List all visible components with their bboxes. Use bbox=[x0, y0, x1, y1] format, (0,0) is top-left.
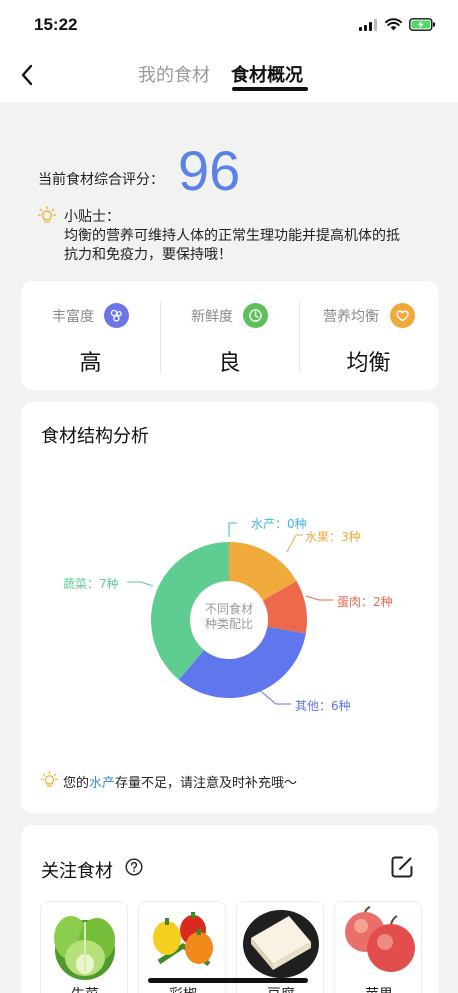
food-name: 苹果 bbox=[335, 984, 421, 993]
food-name: 生菜 bbox=[41, 984, 127, 993]
structure-analysis-card: 食材结构分析 水产：0种 水果：3种 蛋肉：2种 其他：6种 蔬菜：7种 不同食… bbox=[21, 402, 439, 813]
status-bar: 15:22 bbox=[0, 0, 458, 50]
label-vegetables: 蔬菜：7种 bbox=[63, 577, 119, 591]
label-aquatic: 水产：0种 bbox=[251, 517, 307, 531]
label-meat: 蛋肉：2种 bbox=[337, 595, 393, 609]
food-name: 豆腐 bbox=[237, 984, 323, 993]
score-section: 当前食材综合评分： 96 小贴士： 均衡的营养可维持人体的正常生理功能并提高机体… bbox=[0, 102, 458, 280]
tab-my-ingredients[interactable]: 我的食材 bbox=[138, 61, 210, 87]
battery-charging-icon bbox=[409, 18, 435, 31]
metric-richness: 丰富度 高 bbox=[21, 281, 160, 390]
nav-bar: 我的食材 食材概况 bbox=[0, 50, 458, 102]
label-other: 其他：6种 bbox=[295, 699, 351, 713]
status-time: 15:22 bbox=[34, 15, 78, 34]
food-item-lettuce[interactable]: 生菜 bbox=[40, 901, 128, 993]
edit-icon[interactable] bbox=[389, 854, 415, 880]
metric-value: 均衡 bbox=[346, 351, 391, 376]
back-button[interactable] bbox=[14, 60, 40, 90]
tofu-image bbox=[243, 910, 319, 978]
label-fruit: 水果：3种 bbox=[305, 530, 361, 544]
lightbulb-icon bbox=[41, 771, 58, 787]
bell-peppers-image bbox=[153, 912, 213, 967]
metric-value: 高 bbox=[79, 351, 102, 376]
score-value: 96 bbox=[178, 139, 241, 202]
notice-prefix: 您的 bbox=[63, 776, 90, 791]
metric-label: 丰富度 bbox=[52, 309, 94, 325]
tip-text: 均衡的营养可维持人体的正常生理功能并提高机体的抵抗力和免疫力，要保持哦！ bbox=[64, 228, 400, 263]
shortage-notice: 您的水产存量不足，请注意及时补充哦～ bbox=[63, 772, 297, 791]
metric-value: 良 bbox=[218, 351, 241, 376]
food-item-apples[interactable]: 苹果 bbox=[334, 901, 422, 993]
donut-slice-其他 bbox=[178, 626, 306, 698]
follow-title: 关注食材 bbox=[41, 861, 113, 882]
balance-icon bbox=[390, 303, 415, 328]
metric-label: 新鲜度 bbox=[191, 309, 233, 325]
active-tab-indicator bbox=[232, 87, 308, 91]
donut-center-text: 不同食材 种类配比 bbox=[189, 602, 269, 632]
home-indicator bbox=[148, 978, 308, 983]
richness-icon bbox=[104, 303, 129, 328]
chevron-left-icon bbox=[21, 64, 33, 86]
metric-nutrition-balance: 营养均衡 均衡 bbox=[299, 281, 438, 390]
center-text-line: 不同食材 bbox=[204, 602, 253, 616]
food-name: 彩椒 bbox=[139, 984, 225, 993]
tip-title: 小贴士： bbox=[64, 209, 120, 225]
tab-ingredient-overview[interactable]: 食材概况 bbox=[231, 61, 303, 87]
status-icons bbox=[359, 18, 436, 31]
help-icon[interactable] bbox=[125, 858, 143, 876]
lightbulb-icon bbox=[38, 206, 56, 223]
notice-highlight[interactable]: 水产 bbox=[89, 776, 115, 791]
signal-icon bbox=[359, 18, 377, 31]
metric-freshness: 新鲜度 良 bbox=[160, 281, 299, 390]
center-text-line: 种类配比 bbox=[204, 617, 253, 631]
metrics-card: 丰富度 高 新鲜度 良 营养均衡 均衡 bbox=[21, 281, 439, 390]
lettuce-image bbox=[54, 916, 115, 980]
score-label: 当前食材综合评分： bbox=[38, 172, 164, 188]
followed-ingredients-card: 关注食材 生菜 彩椒 bbox=[21, 825, 439, 993]
clock-icon bbox=[243, 303, 268, 328]
notice-suffix: 存量不足，请注意及时补充哦～ bbox=[115, 776, 298, 791]
apples-image bbox=[345, 906, 415, 972]
wifi-icon bbox=[385, 18, 402, 31]
metric-label: 营养均衡 bbox=[323, 309, 379, 325]
